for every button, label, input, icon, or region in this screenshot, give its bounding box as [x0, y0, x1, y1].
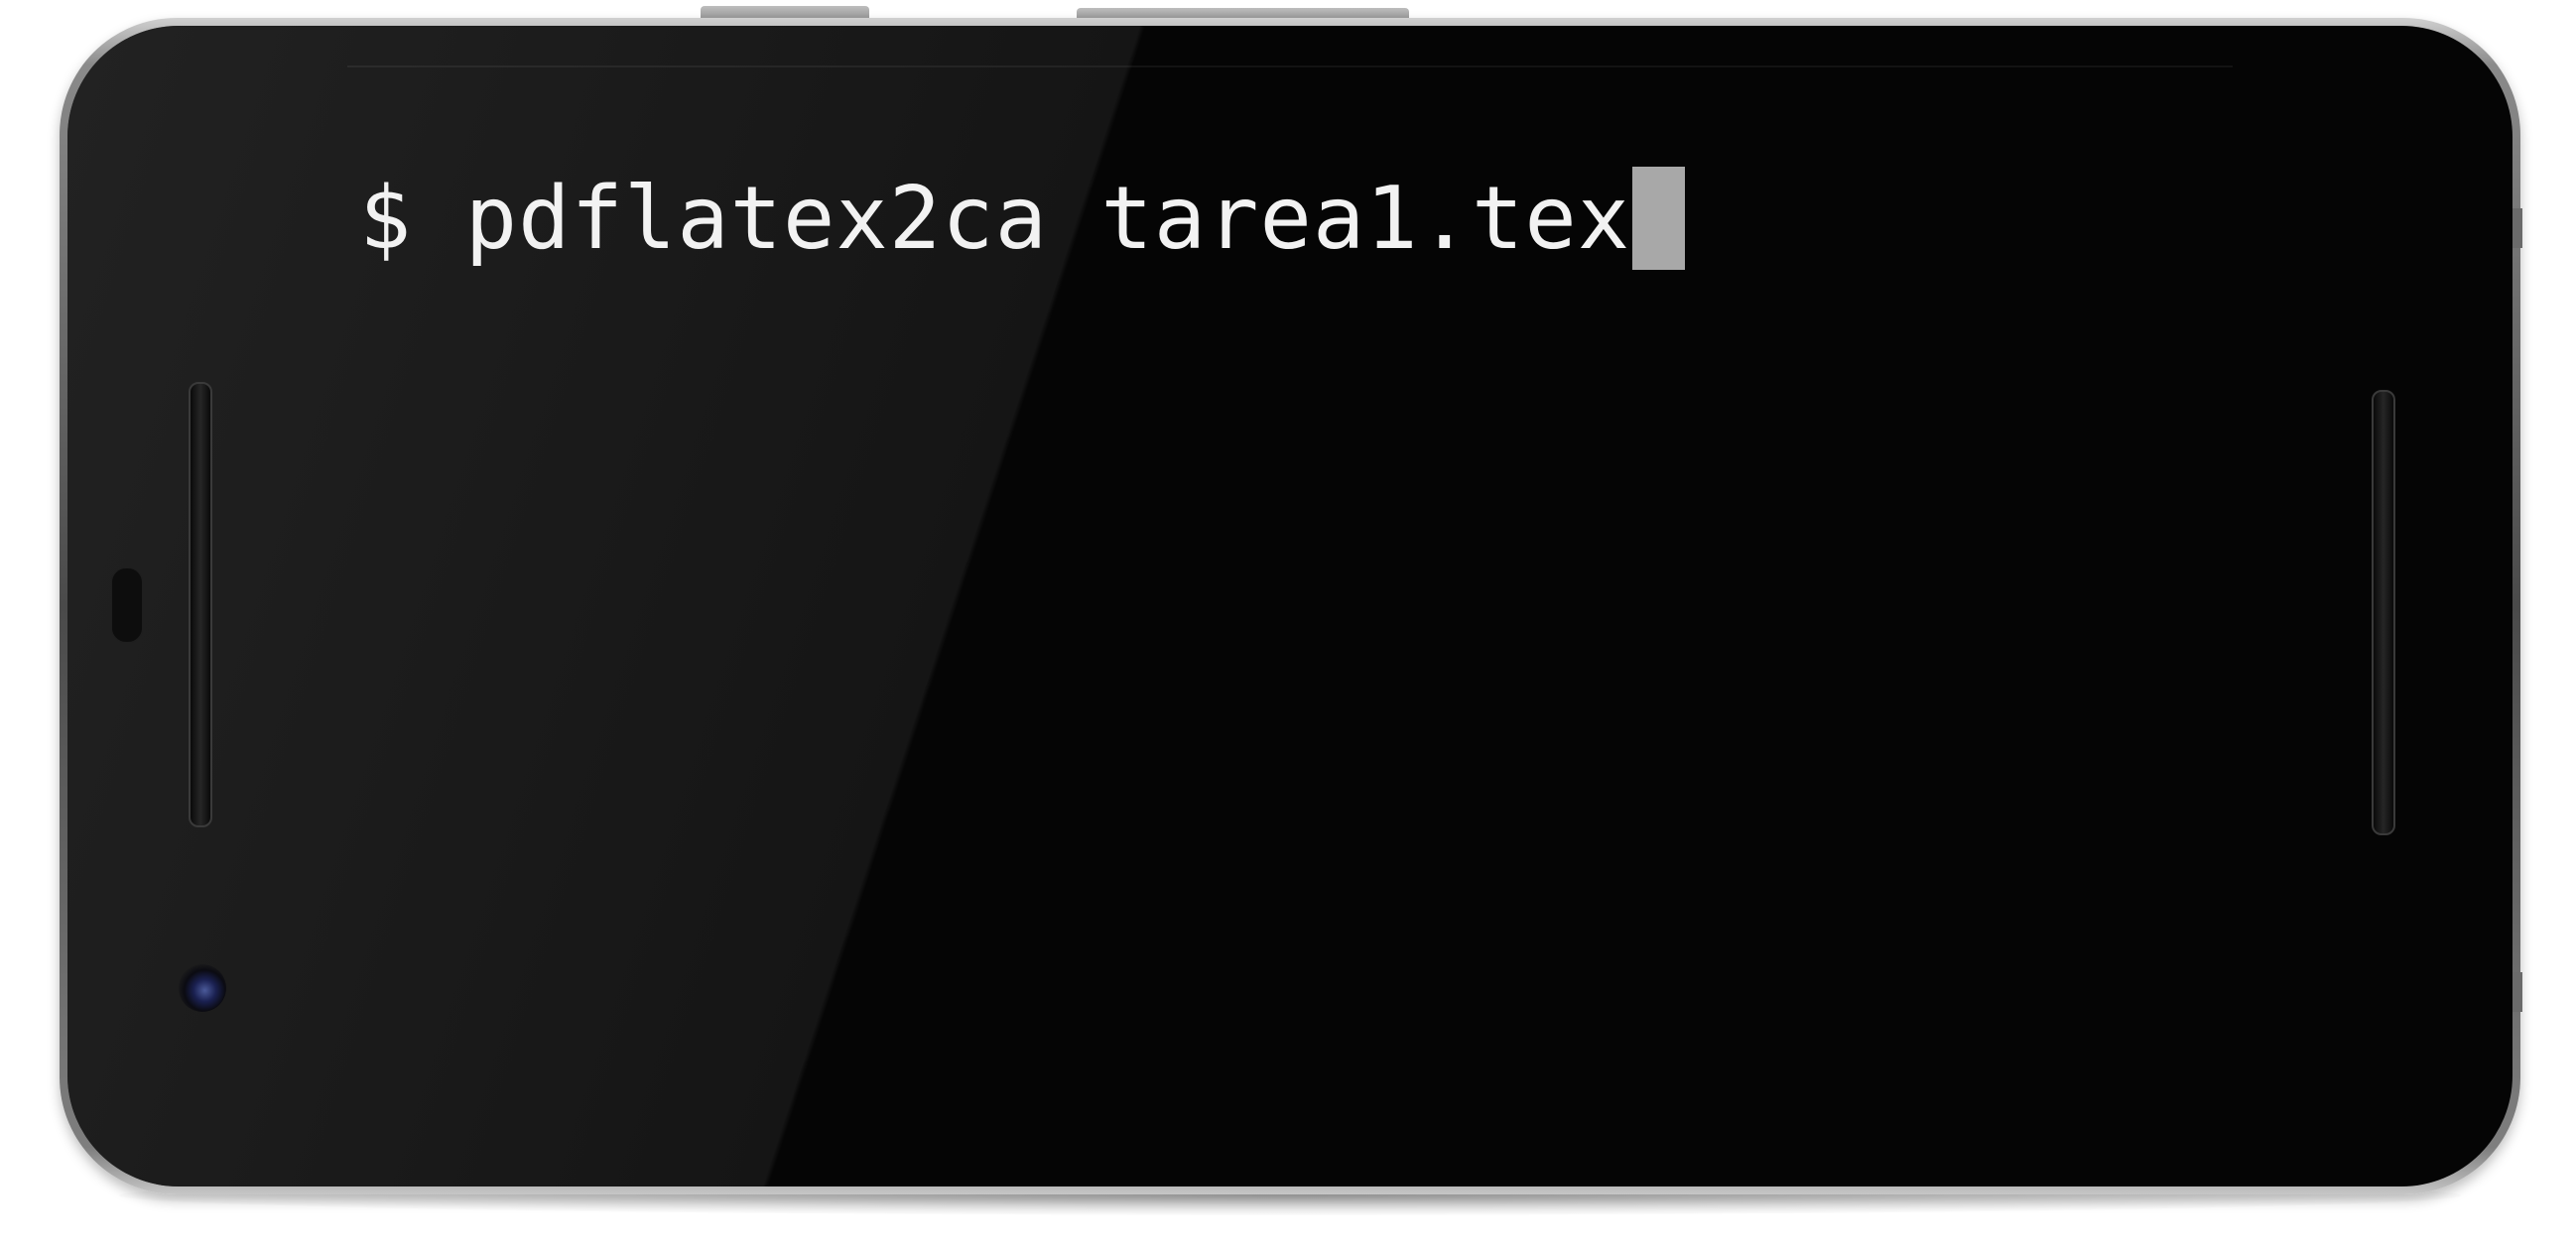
terminal-command: pdflatex2ca tarea1.tex — [464, 168, 1631, 269]
stage: $ pdflatex2ca tarea1.tex — [0, 0, 2576, 1248]
speaker-grille-right — [2372, 390, 2395, 835]
speaker-grille-left — [189, 382, 212, 827]
terminal-prompt: $ — [359, 168, 413, 269]
terminal-cursor — [1632, 167, 1686, 270]
phone-rail-nub — [2512, 208, 2522, 248]
terminal-spacer — [412, 168, 464, 269]
terminal-command-line[interactable]: $ pdflatex2ca tarea1.tex — [359, 159, 1686, 278]
phone-rail-nub — [2512, 972, 2522, 1012]
front-camera-icon — [179, 964, 226, 1012]
proximity-sensor — [111, 567, 143, 643]
